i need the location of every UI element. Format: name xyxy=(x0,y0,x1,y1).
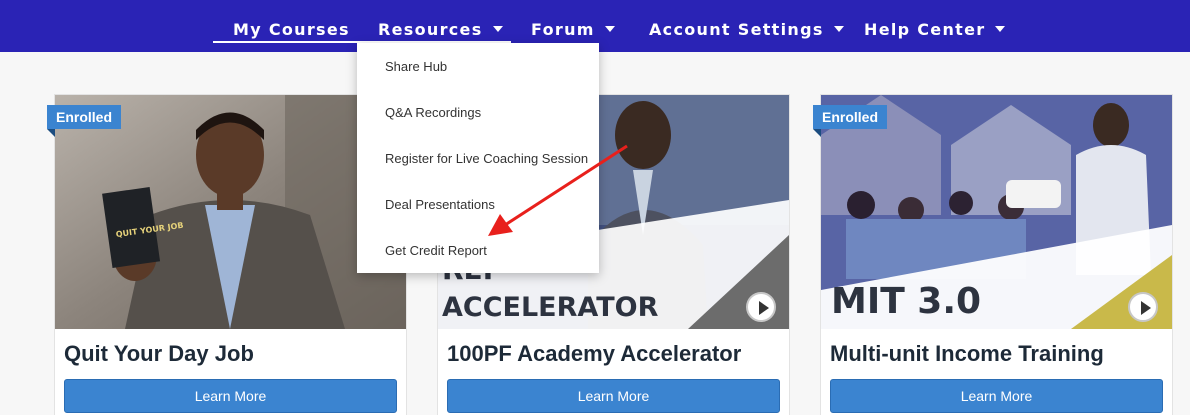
annotation-arrow-icon xyxy=(488,144,628,236)
